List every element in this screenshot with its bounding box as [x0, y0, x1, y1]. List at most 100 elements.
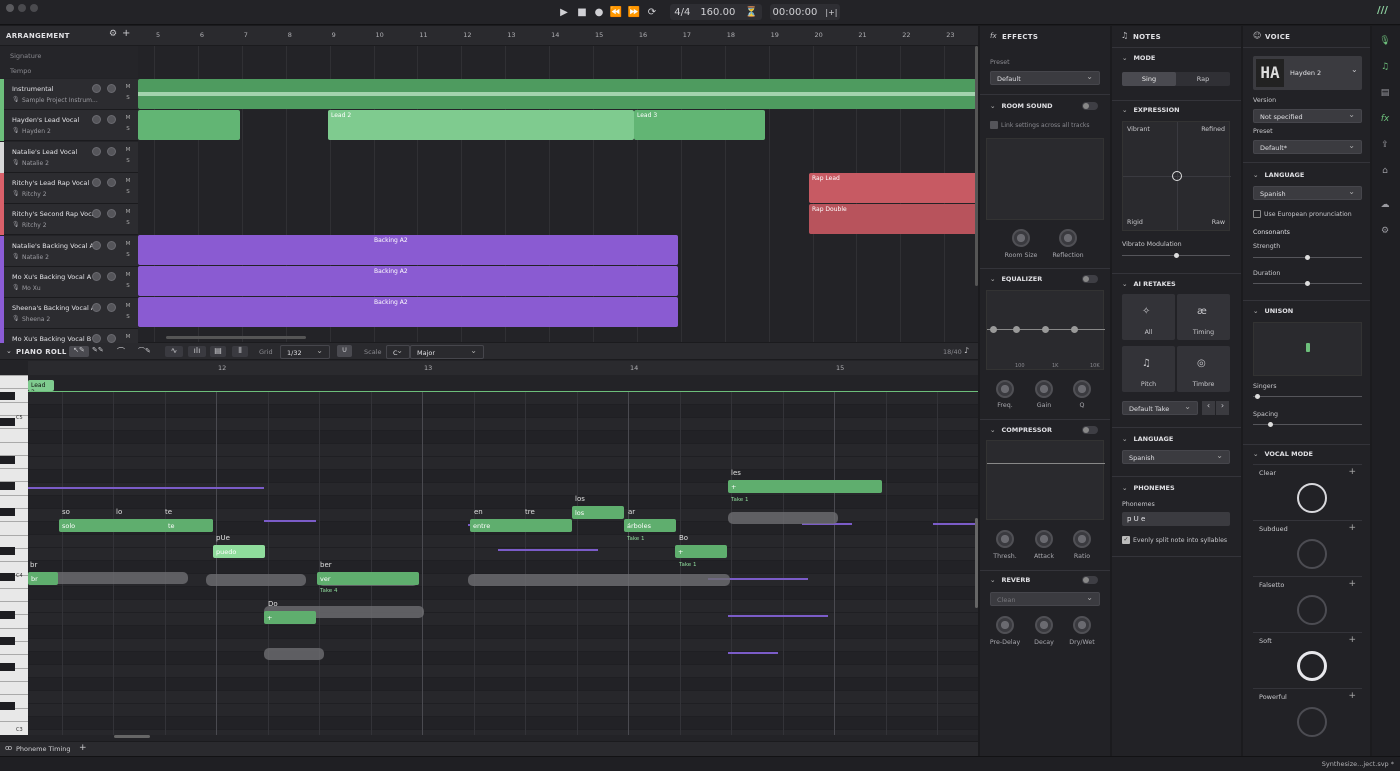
vocal-mode-clear[interactable]: Clear +: [1253, 464, 1362, 518]
take-badge[interactable]: Take 4: [320, 588, 337, 594]
solo-button[interactable]: S: [124, 126, 132, 132]
split-checkbox[interactable]: ✓: [1122, 536, 1130, 544]
mute-button[interactable]: M: [124, 241, 132, 247]
clip-backing-sheena[interactable]: Backing A2: [138, 297, 678, 327]
vibrato-slider-handle[interactable]: [1174, 253, 1179, 258]
comp-thresh-knob[interactable]: [996, 530, 1014, 548]
duration-slider[interactable]: [1253, 281, 1362, 286]
black-key[interactable]: [0, 637, 15, 645]
clip-tag[interactable]: Lead 2: [28, 380, 54, 396]
position-box[interactable]: 00:00:00 |+|: [770, 4, 840, 20]
arrangement-ruler[interactable]: 5 6 7 8 9 10 11 12 13 14 15 16 17 18 19 20 21 22 23: [138, 26, 978, 46]
eq-q-knob[interactable]: [1073, 380, 1091, 398]
mute-button[interactable]: M: [124, 178, 132, 184]
add-tab-icon[interactable]: +: [79, 743, 87, 753]
track-volume-knob[interactable]: [92, 84, 101, 93]
tempo-value[interactable]: 160.00: [700, 7, 735, 18]
vocal-mode-subdued[interactable]: Subdued +: [1253, 520, 1362, 574]
select-tool-icon[interactable]: ↖✎: [69, 346, 89, 357]
effects-preset-select[interactable]: Default: [990, 71, 1100, 85]
take-badge[interactable]: Take 1: [627, 536, 644, 542]
track-pan-knob[interactable]: [107, 177, 116, 187]
eq-band-handle[interactable]: [990, 326, 997, 333]
note[interactable]: los: [572, 506, 624, 519]
link-checkbox[interactable]: [990, 121, 998, 129]
eq-band-handle[interactable]: [1071, 326, 1078, 333]
mute-button[interactable]: M: [124, 303, 132, 309]
pitch-view-icon[interactable]: ∿: [165, 346, 183, 357]
reflection-knob[interactable]: [1059, 229, 1077, 247]
track-pan-knob[interactable]: [107, 271, 116, 281]
solo-button[interactable]: S: [124, 252, 132, 258]
eq-band-handle[interactable]: [1013, 326, 1020, 333]
retake-pitch-button[interactable]: ♫ Pitch: [1122, 346, 1175, 392]
track-name[interactable]: Mo Xu's Backing Vocal A: [12, 273, 91, 281]
clip-lead2[interactable]: Lead 2: [328, 110, 634, 140]
notes-language-select[interactable]: Spanish: [1122, 450, 1230, 464]
compressor-header[interactable]: COMPRESSOR: [990, 426, 1052, 434]
reverb-drywet-knob[interactable]: [1073, 616, 1091, 634]
black-key[interactable]: [0, 572, 15, 581]
track-header[interactable]: Hayden's Lead Vocal 🎙 Hayden 2 M S: [0, 110, 138, 142]
track-name[interactable]: Ritchy's Lead Rap Vocal: [12, 179, 89, 187]
track-pan-knob[interactable]: [107, 240, 116, 250]
subdued-mode-knob[interactable]: [1297, 539, 1327, 569]
track-header[interactable]: Instrumental 🎙 Sample Project Instrum...…: [0, 79, 138, 110]
retake-timing-button[interactable]: æ Timing: [1177, 294, 1230, 340]
powerful-mode-knob[interactable]: [1297, 707, 1327, 737]
vibrato-slider[interactable]: [1122, 253, 1230, 258]
waveform-view-icon[interactable]: ılı: [188, 346, 206, 357]
black-key[interactable]: [0, 417, 15, 426]
window-maximize-button[interactable]: [30, 4, 38, 12]
track-name[interactable]: Instrumental: [12, 85, 54, 93]
add-track-icon[interactable]: +: [122, 28, 130, 39]
expression-handle[interactable]: [1172, 171, 1182, 181]
track-volume-knob[interactable]: [92, 240, 101, 250]
track-volume-knob[interactable]: [92, 177, 101, 187]
version-select[interactable]: Not specified: [1253, 109, 1362, 123]
track-header[interactable]: Mo Xu's Backing Vocal A 🎙 Mo Xu M S: [0, 266, 138, 298]
track-name[interactable]: Natalie's Backing Vocal A: [12, 242, 94, 250]
unison-header[interactable]: UNISON: [1253, 307, 1293, 315]
track-name[interactable]: Natalie's Lead Vocal: [12, 148, 77, 156]
mute-button[interactable]: M: [124, 147, 132, 153]
vocal-mode-soft[interactable]: Soft +: [1253, 632, 1362, 686]
vertical-scrollbar[interactable]: [975, 46, 978, 286]
black-key[interactable]: [0, 701, 15, 710]
mute-button[interactable]: M: [124, 115, 132, 121]
black-key[interactable]: [0, 482, 15, 491]
default-take-select[interactable]: Default Take: [1122, 401, 1198, 415]
scale-key-select[interactable]: C: [386, 345, 410, 359]
solo-button[interactable]: S: [124, 314, 132, 320]
track-pan-knob[interactable]: [107, 209, 116, 219]
track-header[interactable]: Ritchy's Second Rap Vocal 🎙 Ritchy 2 M S: [0, 204, 138, 236]
curve-tool-icon[interactable]: ⌒: [117, 346, 125, 357]
reverb-toggle[interactable]: [1082, 576, 1098, 584]
soft-mode-knob[interactable]: [1297, 651, 1327, 681]
draw-tool-icon[interactable]: ⌒✎: [138, 346, 151, 356]
room-size-knob[interactable]: [1012, 229, 1030, 247]
note[interactable]: puedo: [213, 545, 265, 558]
snap-magnet-icon[interactable]: ∪: [337, 345, 352, 357]
time-signature[interactable]: 4/4: [674, 7, 690, 18]
mute-button[interactable]: M: [124, 272, 132, 278]
play-icon[interactable]: ▶: [558, 4, 570, 20]
export-icon[interactable]: ⇪: [1379, 140, 1391, 152]
track-name[interactable]: Hayden's Lead Vocal: [12, 116, 79, 124]
vocal-mode-powerful[interactable]: Powerful +: [1253, 688, 1362, 742]
loop-icon[interactable]: ⟳: [645, 4, 659, 20]
track-pan-knob[interactable]: [107, 146, 116, 156]
room-sound-toggle[interactable]: [1082, 102, 1098, 110]
room-sound-header[interactable]: ROOM SOUND: [990, 102, 1052, 110]
eq-band-handle[interactable]: [1042, 326, 1049, 333]
track-name[interactable]: Sheena's Backing Vocal A: [12, 304, 95, 312]
prev-take-icon[interactable]: ‹: [1202, 401, 1215, 415]
tab-phoneme-timing[interactable]: Phoneme Timing: [16, 745, 71, 753]
snap-icon[interactable]: |+|: [825, 8, 837, 17]
equalizer-toggle[interactable]: [1082, 275, 1098, 283]
strength-slider[interactable]: [1253, 255, 1362, 260]
notes-language-header[interactable]: LANGUAGE: [1122, 435, 1173, 443]
window-minimize-button[interactable]: [18, 4, 26, 12]
vocal-mode-falsetto[interactable]: Falsetto +: [1253, 576, 1362, 630]
note[interactable]: entre: [470, 519, 572, 532]
